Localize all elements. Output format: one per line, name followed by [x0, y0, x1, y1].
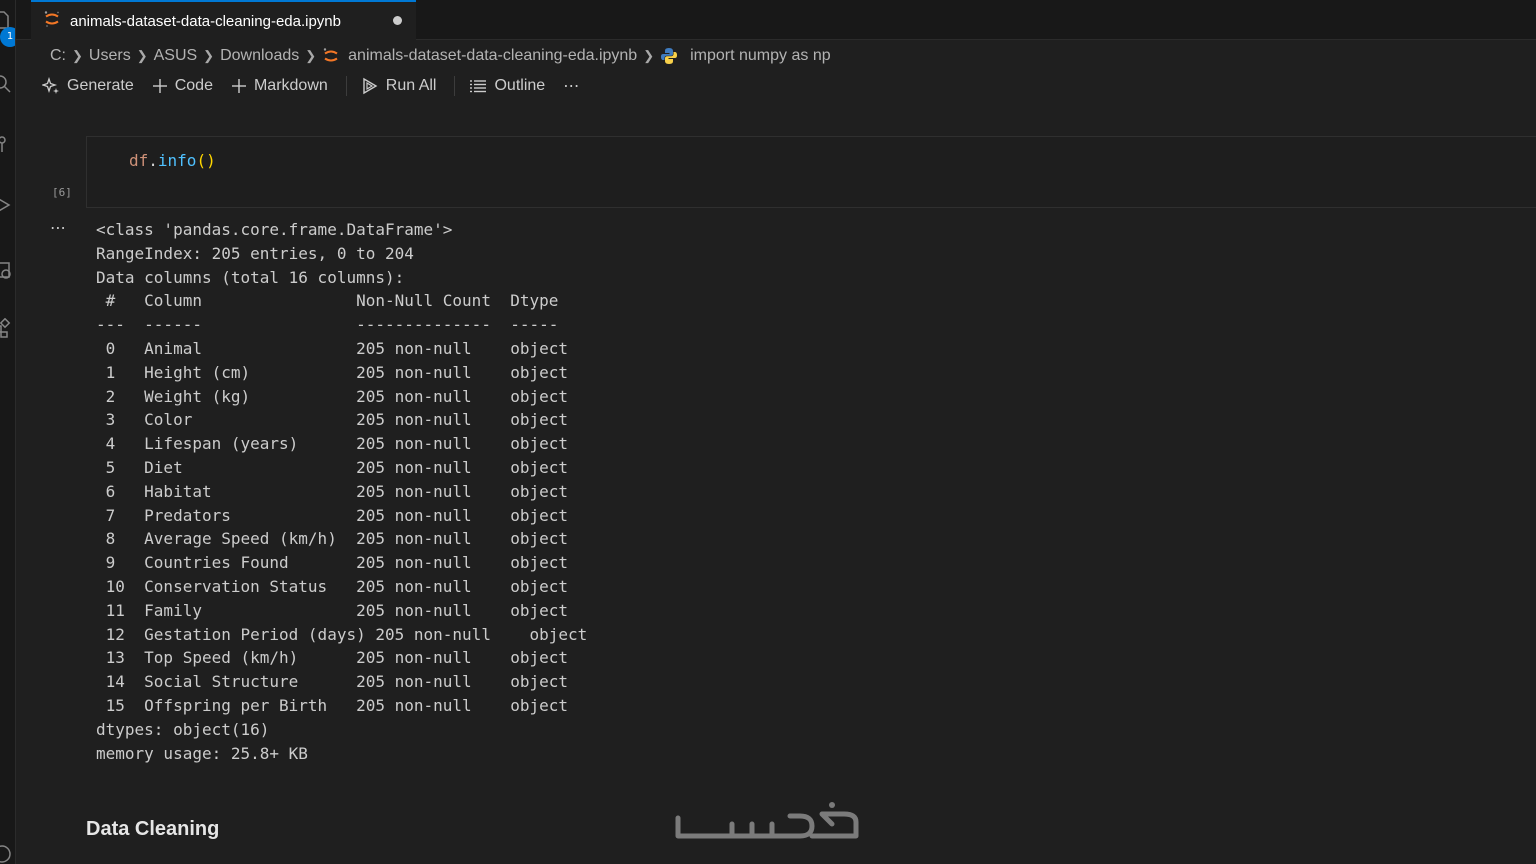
search-icon[interactable]: [0, 72, 14, 96]
account-icon[interactable]: [0, 842, 14, 864]
output-line: 3 Color 205 non-null object: [96, 410, 569, 430]
chevron-right-icon: ❯: [136, 48, 148, 63]
add-code-cell-button[interactable]: Code: [152, 77, 213, 95]
output-line: 13 Top Speed (km/h) 205 non-null object: [96, 648, 569, 668]
plus-icon: [152, 78, 168, 94]
chevron-right-icon: ❯: [203, 48, 215, 63]
output-line: Data columns (total 16 columns):: [96, 267, 405, 287]
editor-tab-bar: animals-dataset-data-cleaning-eda.ipynb: [16, 0, 1536, 40]
breadcrumb-notebook[interactable]: animals-dataset-data-cleaning-eda.ipynb: [348, 47, 637, 65]
execution-count: [6]: [52, 186, 72, 199]
more-actions-icon[interactable]: ⋯: [563, 76, 580, 96]
chevron-right-icon: ❯: [305, 48, 317, 63]
source-control-icon[interactable]: [0, 132, 14, 156]
breadcrumb-asus[interactable]: ASUS: [154, 47, 198, 65]
breadcrumb: C: ❯ Users ❯ ASUS ❯ Downloads ❯ animals-…: [50, 44, 831, 68]
python-icon: [660, 47, 678, 65]
output-more-actions-icon[interactable]: ⋯: [50, 218, 67, 237]
sparkle-icon: [42, 77, 60, 95]
output-line: 14 Social Structure 205 non-null object: [96, 672, 569, 692]
output-line: 4 Lifespan (years) 205 non-null object: [96, 434, 569, 454]
run-all-label: Run All: [385, 77, 437, 94]
output-line: RangeIndex: 205 entries, 0 to 204: [96, 243, 414, 263]
run-all-button[interactable]: Run All: [361, 77, 437, 95]
markdown-heading[interactable]: Data Cleaning: [86, 818, 219, 841]
output-line: 5 Diet 205 non-null object: [96, 457, 569, 477]
run-debug-icon[interactable]: [0, 193, 14, 217]
breadcrumb-downloads[interactable]: Downloads: [220, 47, 299, 65]
remote-explorer-icon[interactable]: [0, 258, 14, 282]
markdown-label: Markdown: [253, 77, 328, 94]
output-line: 2 Weight (kg) 205 non-null object: [96, 386, 569, 406]
plus-icon: [231, 78, 247, 94]
cell-output: <class 'pandas.core.frame.DataFrame'> Ran…: [96, 218, 587, 765]
extensions-icon[interactable]: [0, 316, 14, 340]
khamsat-watermark-logo: [672, 800, 862, 852]
code-dot: .: [148, 151, 158, 170]
code-label: Code: [174, 77, 213, 94]
toolbar-divider: [454, 76, 456, 96]
breadcrumb-drive[interactable]: C:: [50, 47, 66, 65]
output-line: dtypes: object(16): [96, 719, 270, 739]
list-icon: [469, 78, 487, 94]
add-markdown-cell-button[interactable]: Markdown: [231, 77, 328, 95]
chevron-right-icon: ❯: [643, 48, 655, 63]
output-line: 1 Height (cm) 205 non-null object: [96, 362, 569, 382]
output-line: memory usage: 25.8+ KB: [96, 743, 308, 763]
code-variable: df: [129, 151, 149, 170]
generate-button[interactable]: Generate: [42, 77, 134, 95]
notebook-toolbar: Generate Code Markdown Run All Outline ⋯: [42, 72, 580, 100]
outline-label: Outline: [494, 77, 546, 94]
run-all-icon: [361, 77, 379, 95]
breadcrumb-users[interactable]: Users: [89, 47, 131, 65]
output-line: 15 Offspring per Birth 205 non-null obje…: [96, 695, 569, 715]
unsaved-dot-icon[interactable]: [393, 16, 402, 25]
code-cell[interactable]: df.info(): [86, 136, 1536, 208]
output-line: # Column Non-Null Count Dtype: [96, 291, 569, 311]
notebook-tab[interactable]: animals-dataset-data-cleaning-eda.ipynb: [31, 0, 416, 40]
code-function: info: [157, 151, 197, 170]
output-line: 8 Average Speed (km/h) 205 non-null obje…: [96, 529, 569, 549]
output-line: 7 Predators 205 non-null object: [96, 505, 569, 525]
jupyter-icon: [322, 47, 340, 65]
code-editor[interactable]: df.info(): [129, 151, 216, 170]
code-parens: (): [196, 151, 216, 170]
output-line: --- ------ -------------- -----: [96, 315, 569, 335]
outline-button[interactable]: Outline: [469, 77, 545, 95]
output-line: 11 Family 205 non-null object: [96, 600, 569, 620]
breadcrumb-symbol[interactable]: import numpy as np: [690, 47, 831, 65]
output-line: <class 'pandas.core.frame.DataFrame'>: [96, 220, 453, 239]
tab-title: animals-dataset-data-cleaning-eda.ipynb: [70, 12, 341, 30]
output-line: 10 Conservation Status 205 non-null obje…: [96, 576, 569, 596]
explorer-badge: 1: [0, 27, 15, 47]
output-line: 12 Gestation Period (days) 205 non-null …: [96, 624, 588, 644]
generate-label: Generate: [67, 77, 134, 94]
output-line: 6 Habitat 205 non-null object: [96, 481, 569, 501]
jupyter-icon: [43, 10, 61, 32]
activity-bar: 1: [0, 0, 16, 864]
output-line: 9 Countries Found 205 non-null object: [96, 553, 569, 573]
output-line: 0 Animal 205 non-null object: [96, 338, 569, 358]
chevron-right-icon: ❯: [72, 48, 83, 63]
toolbar-divider: [345, 76, 347, 96]
